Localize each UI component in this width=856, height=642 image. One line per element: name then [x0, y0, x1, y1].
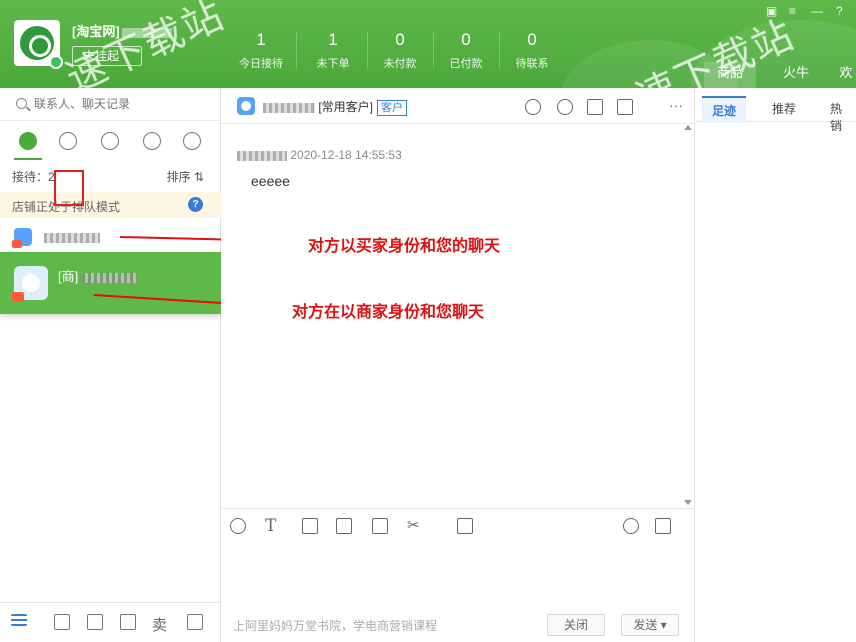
scroll-down-icon[interactable]: [684, 500, 692, 505]
scissors-icon[interactable]: ✂: [407, 516, 420, 534]
annotation-seller: 对方在以商家身份和您聊天: [292, 302, 485, 321]
search-bar: [0, 88, 221, 121]
blurred-name: [263, 102, 315, 113]
chat-title: [常用客户] 客户: [263, 98, 408, 116]
tab-products[interactable]: 商品: [704, 62, 756, 88]
tab-huan[interactable]: 欢: [836, 62, 856, 88]
online-status-icon: [49, 55, 63, 69]
video-play-icon[interactable]: [336, 518, 352, 534]
tab-footprint[interactable]: 足迹: [702, 96, 747, 123]
queue-notice: 店铺正处于排队模式 ?: [0, 192, 221, 218]
video-icon[interactable]: [617, 99, 633, 115]
font-icon[interactable]: T: [265, 516, 276, 536]
folder-icon[interactable]: [372, 518, 388, 534]
customer-badge: 客户: [377, 100, 408, 116]
person-icon[interactable]: [101, 132, 119, 150]
chat-header: [常用客户] 客户 ···: [221, 88, 695, 124]
shop-avatar[interactable]: [14, 20, 63, 69]
add-contact-icon[interactable]: [557, 99, 573, 115]
window-icon[interactable]: [187, 614, 203, 630]
question-icon[interactable]: ?: [188, 197, 203, 212]
status-button[interactable]: 未挂起: [72, 46, 142, 66]
input-toolbar: T ✂: [221, 508, 695, 542]
search-icon: [16, 98, 27, 109]
shop-name: [淘宝网]: [72, 21, 172, 40]
top-header: [淘宝网] 未挂起 1 今日接待 1 未下单 0 未付款 0 已付款 0 待联系 ▣ ≡ …: [0, 0, 856, 88]
menu-icon[interactable]: [11, 614, 27, 626]
menu-icon[interactable]: ≡: [789, 4, 796, 18]
help-icon[interactable]: ?: [836, 4, 843, 18]
send-button[interactable]: 发送 ▾: [621, 614, 679, 636]
mail-icon[interactable]: [87, 614, 103, 630]
tab-recommend[interactable]: 推荐: [762, 96, 806, 121]
right-panel: 足迹 推荐 热销: [696, 88, 856, 642]
contact-item-seller[interactable]: [商]: [0, 252, 221, 314]
left-footer-toolbar: 卖: [0, 602, 221, 642]
annotation-buyer: 对方以买家身份和您的聊天: [308, 236, 501, 255]
stat-unpaid[interactable]: 0 未付款: [367, 30, 433, 71]
tab-hot-sale[interactable]: 热销: [820, 96, 856, 138]
clock-icon[interactable]: [59, 132, 77, 150]
history-icon[interactable]: [655, 518, 671, 534]
contact-name: [44, 230, 100, 244]
customer-avatar-icon: [237, 97, 255, 115]
contact-name: [商]: [58, 266, 139, 285]
stat-to-contact[interactable]: 0 待联系: [499, 30, 565, 71]
stat-divider: [296, 32, 297, 68]
right-tabs: 足迹 推荐 热销: [696, 96, 856, 133]
skin-icon[interactable]: ▣: [766, 4, 777, 18]
image-icon[interactable]: [302, 518, 318, 534]
contact-item-buyer[interactable]: [0, 224, 221, 250]
stat-paid[interactable]: 0 已付款: [433, 30, 499, 71]
stat-today-received[interactable]: 1 今日接待: [228, 30, 294, 71]
sell-icon[interactable]: 卖: [152, 614, 167, 635]
blurred-sender: [237, 150, 287, 161]
promo-tip[interactable]: 上阿里妈妈万堂书院，学电商营销课程: [233, 617, 437, 634]
calculator-icon[interactable]: [457, 518, 473, 534]
tab-huoniu[interactable]: 火牛: [770, 62, 822, 88]
contact-nav: [0, 126, 221, 158]
message-meta: 2020-12-18 14:55:53: [237, 148, 402, 162]
blurred-name: [44, 232, 100, 243]
buyer-avatar-icon: [12, 228, 32, 248]
share-icon[interactable]: [587, 99, 603, 115]
message-icon[interactable]: [525, 99, 541, 115]
message-text: eeeee: [251, 173, 290, 189]
search-input[interactable]: [34, 95, 204, 113]
highlight-box: [54, 170, 84, 206]
more-icon[interactable]: ···: [669, 97, 683, 113]
blurred-shop-name: [121, 27, 172, 38]
emoji-icon[interactable]: [230, 518, 246, 534]
seller-avatar-icon: [12, 266, 48, 302]
network-icon[interactable]: [183, 132, 201, 150]
shop-logo-icon: [20, 26, 54, 60]
contacts-panel: 接待：2 排序 ⇅ 店铺正处于排队模式 ? [商] 卖: [0, 88, 221, 642]
transfer-icon[interactable]: [623, 518, 639, 534]
shop-icon[interactable]: [120, 614, 136, 630]
yen-icon[interactable]: [54, 614, 70, 630]
blurred-name: [82, 272, 139, 283]
chat-bubble-icon[interactable]: [19, 132, 37, 150]
minimize-icon[interactable]: —: [811, 4, 823, 18]
scroll-up-icon[interactable]: [684, 125, 692, 130]
chat-panel: [常用客户] 客户 ··· 2020-12-18 14:55:53 eeeee 对…: [221, 88, 695, 642]
sort-button[interactable]: 排序 ⇅: [167, 168, 204, 185]
group-icon[interactable]: [143, 132, 161, 150]
active-tab-indicator: [14, 158, 42, 160]
stat-no-order[interactable]: 1 未下单: [300, 30, 366, 71]
close-button[interactable]: 关闭: [547, 614, 605, 636]
